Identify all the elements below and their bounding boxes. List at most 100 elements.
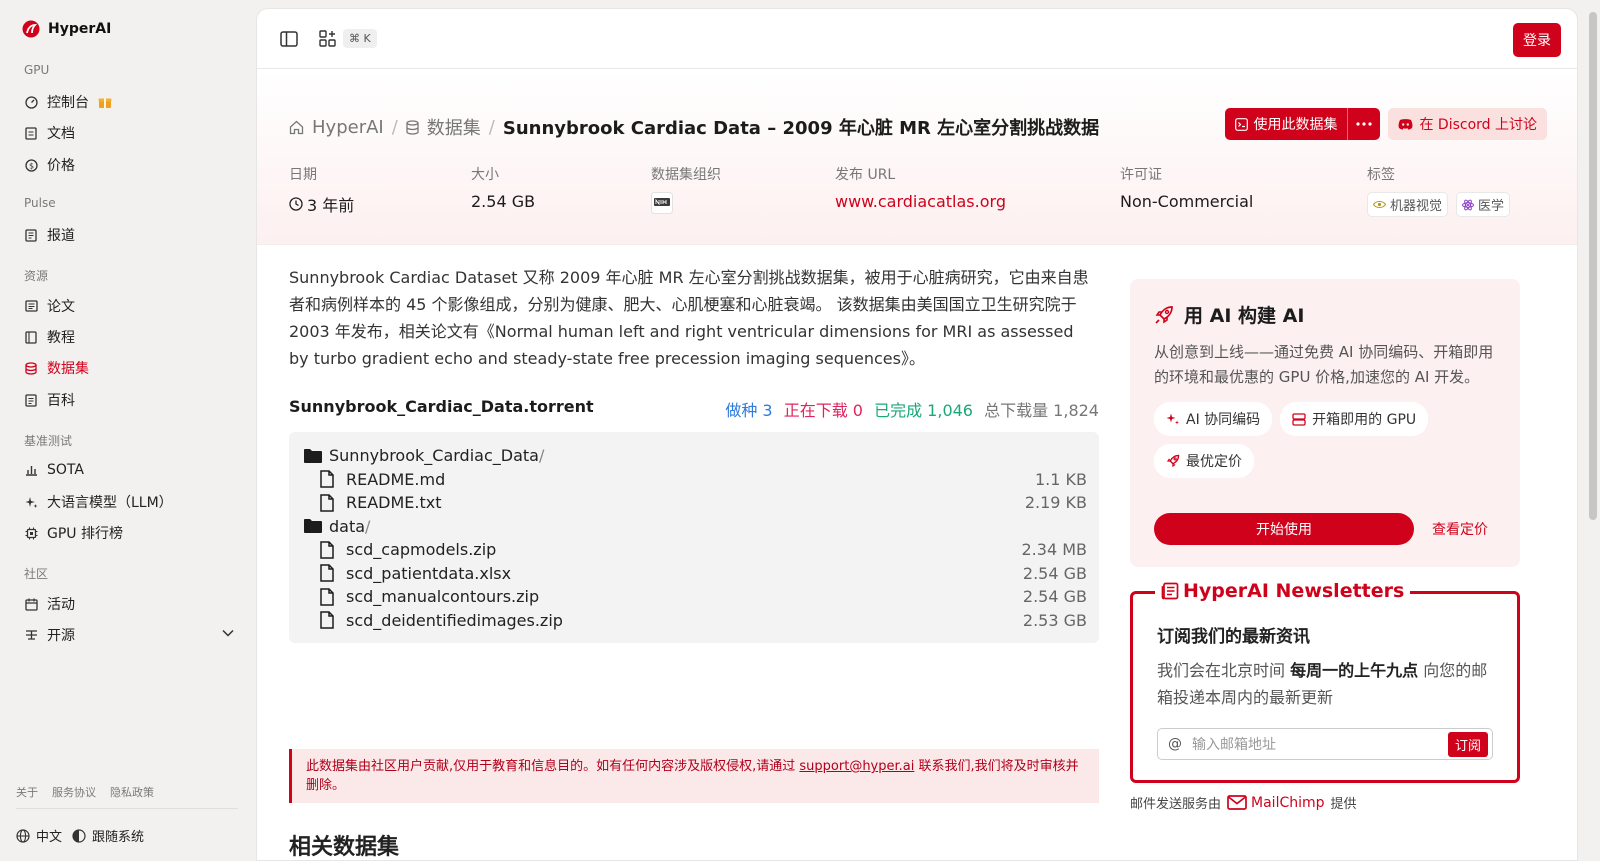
newsletter-text: 我们会在北京时间 每周一的上午九点 向您的邮箱投递本周内的最新更新 bbox=[1157, 657, 1493, 711]
breadcrumb-separator: / bbox=[488, 116, 495, 138]
newsletter-schedule: 每周一的上午九点 bbox=[1290, 661, 1419, 680]
email-field[interactable]: @ 输入邮箱地址 订阅 bbox=[1157, 728, 1493, 760]
notice-text: 此数据集由社区用户贡献,仅用于教育和信息目的。如有任何内容涉及版权侵权,请通过 bbox=[306, 759, 800, 774]
database-icon bbox=[24, 361, 38, 375]
total-downloads: 总下载量 1,824 bbox=[984, 401, 1099, 420]
view-pricing-link[interactable]: 查看定价 bbox=[1432, 519, 1488, 539]
release-url-link[interactable]: www.cardiacatlas.org bbox=[835, 192, 1006, 211]
chip-icon bbox=[24, 526, 38, 540]
theme-switch[interactable]: 跟随系统 bbox=[92, 826, 144, 845]
newsletter-heading: 订阅我们的最新资讯 bbox=[1157, 627, 1310, 647]
sidebar-toggle-icon[interactable] bbox=[279, 29, 299, 49]
file-size: 2.54 GB bbox=[1022, 563, 1087, 583]
chip-pricing[interactable]: 最优定价 bbox=[1154, 444, 1254, 478]
support-email-link[interactable]: support@hyper.ai bbox=[799, 759, 914, 774]
file-icon bbox=[320, 541, 340, 559]
org-logo[interactable] bbox=[651, 192, 721, 214]
about-link[interactable]: 关于 bbox=[16, 784, 38, 800]
sidebar-item-pricing[interactable]: $ 价格 bbox=[24, 153, 234, 177]
copyright-notice: 此数据集由社区用户贡献,仅用于教育和信息目的。如有任何内容涉及版权侵权,请通过 … bbox=[289, 749, 1099, 803]
breadcrumb-home[interactable]: HyperAI bbox=[312, 117, 384, 138]
meta-label: 许可证 bbox=[1120, 167, 1162, 183]
terms-link[interactable]: 服务协议 bbox=[52, 784, 96, 800]
file-size: 2.53 GB bbox=[1022, 610, 1087, 630]
chip-ai-coding[interactable]: AI 协同编码 bbox=[1154, 402, 1273, 436]
more-options-icon[interactable] bbox=[1348, 122, 1380, 126]
sidebar-item-label: 数据集 bbox=[47, 361, 89, 377]
meta-size: 大小 2.54 GB bbox=[471, 164, 535, 211]
file-row[interactable]: scd_capmodels.zip 2.34 MB bbox=[303, 538, 1087, 562]
terminal-icon bbox=[1235, 117, 1249, 131]
file-name: Sunnybrook_Cardiac_Data bbox=[329, 446, 539, 466]
discord-button[interactable]: 在 Discord 上讨论 bbox=[1388, 108, 1547, 140]
file-row[interactable]: scd_deidentifiedimages.zip 2.53 GB bbox=[303, 609, 1087, 633]
file-size: 2.19 KB bbox=[1024, 493, 1087, 513]
scrollbar-thumb[interactable] bbox=[1589, 12, 1597, 520]
meta-label: 发布 URL bbox=[835, 167, 896, 183]
nav-section-gpu: GPU bbox=[24, 63, 50, 77]
file-row[interactable]: scd_manualcontours.zip 2.54 GB bbox=[303, 585, 1087, 609]
use-dataset-button[interactable]: 使用此数据集 bbox=[1225, 108, 1349, 140]
sidebar-item-open-source[interactable]: 开源 bbox=[24, 623, 234, 647]
dataset-description: Sunnybrook Cardiac Dataset 又称 2009 年心脏 M… bbox=[289, 268, 1089, 368]
mailchimp-credit: 邮件发送服务由 MailChimp 提供 bbox=[1130, 793, 1357, 813]
sidebar-item-tutorials[interactable]: 教程 bbox=[24, 325, 234, 349]
file-name: scd_deidentifiedimages.zip bbox=[346, 610, 563, 630]
sidebar-item-label: 活动 bbox=[47, 597, 75, 613]
database-icon bbox=[406, 119, 419, 135]
chip-gpu[interactable]: 开箱即用的 GPU bbox=[1280, 402, 1429, 436]
sidebar-item-docs[interactable]: 文档 bbox=[24, 121, 234, 145]
chip-label: 开箱即用的 GPU bbox=[1312, 412, 1417, 428]
sidebar-item-datasets[interactable]: 数据集 bbox=[24, 356, 234, 380]
start-button[interactable]: 开始使用 bbox=[1154, 513, 1414, 545]
brand[interactable]: HyperAI bbox=[22, 20, 111, 38]
apps-grid-icon[interactable] bbox=[317, 29, 337, 49]
login-button[interactable]: 登录 bbox=[1513, 23, 1561, 57]
main-panel: ⌘ K 登录 HyperAI / 数据集 / Sunnybrook Cardia… bbox=[256, 8, 1578, 861]
mailchimp-link[interactable]: MailChimp bbox=[1227, 795, 1325, 811]
mail-icon bbox=[1227, 795, 1247, 810]
sidebar-item-papers[interactable]: 论文 bbox=[24, 294, 234, 318]
nih-logo-icon bbox=[651, 192, 673, 214]
nav-section-benchmarks: 基准测试 bbox=[24, 434, 73, 448]
sidebar-item-label: SOTA bbox=[47, 462, 84, 478]
file-icon bbox=[320, 470, 340, 488]
breadcrumb-datasets[interactable]: 数据集 bbox=[427, 114, 481, 140]
newsletter-title-text: HyperAI Newsletters bbox=[1183, 580, 1405, 602]
file-row-folder[interactable]: data / bbox=[303, 515, 1087, 539]
language-switch[interactable]: 中文 bbox=[36, 826, 62, 845]
license-value: Non-Commercial bbox=[1120, 192, 1254, 211]
torrent-name[interactable]: Sunnybrook_Cardiac_Data.torrent bbox=[289, 397, 594, 421]
nav-section-pulse: Pulse bbox=[24, 196, 56, 210]
file-size: 2.34 MB bbox=[1021, 540, 1088, 560]
sidebar-item-sota[interactable]: SOTA bbox=[24, 458, 234, 482]
sidebar-item-news[interactable]: 报道 bbox=[24, 223, 234, 247]
footer-links: 关于 服务协议 隐私政策 bbox=[16, 784, 154, 800]
file-row[interactable]: README.md 1.1 KB bbox=[303, 468, 1087, 492]
folder-icon bbox=[303, 518, 323, 534]
chevron-down-icon[interactable] bbox=[222, 629, 234, 637]
page-scrollbar[interactable] bbox=[1588, 8, 1598, 861]
file-name: scd_capmodels.zip bbox=[346, 540, 497, 560]
sidebar-divider bbox=[16, 808, 238, 809]
ai-promo-subtitle: 从创意到上线——通过免费 AI 协同编码、开箱即用的环境和最优惠的 GPU 价格… bbox=[1154, 343, 1494, 386]
tag-medicine[interactable]: 医学 bbox=[1456, 192, 1511, 217]
file-size: 1.1 KB bbox=[1035, 469, 1087, 489]
subscribe-button[interactable]: 订阅 bbox=[1447, 731, 1488, 757]
calendar-icon bbox=[24, 597, 38, 611]
privacy-link[interactable]: 隐私政策 bbox=[110, 784, 154, 800]
mailchimp-brand: MailChimp bbox=[1251, 794, 1325, 811]
sidebar-item-wiki[interactable]: 百科 bbox=[24, 388, 234, 412]
chart-icon bbox=[24, 463, 38, 477]
file-row[interactable]: scd_patientdata.xlsx 2.54 GB bbox=[303, 562, 1087, 586]
sidebar-item-gpu-leaderboard[interactable]: GPU 排行榜 bbox=[24, 521, 234, 545]
sidebar-item-llm[interactable]: 大语言模型（LLM） bbox=[24, 490, 234, 514]
shortcut-hint[interactable]: ⌘ K bbox=[343, 29, 377, 48]
sidebar-item-events[interactable]: 活动 bbox=[24, 592, 234, 616]
atom-icon bbox=[1462, 199, 1475, 211]
file-icon bbox=[320, 564, 340, 582]
file-row-folder[interactable]: Sunnybrook_Cardiac_Data / bbox=[303, 444, 1087, 468]
file-row[interactable]: README.txt 2.19 KB bbox=[303, 491, 1087, 515]
sidebar-item-console[interactable]: 控制台 bbox=[24, 90, 234, 114]
tag-computer-vision[interactable]: 机器视觉 bbox=[1367, 192, 1449, 217]
